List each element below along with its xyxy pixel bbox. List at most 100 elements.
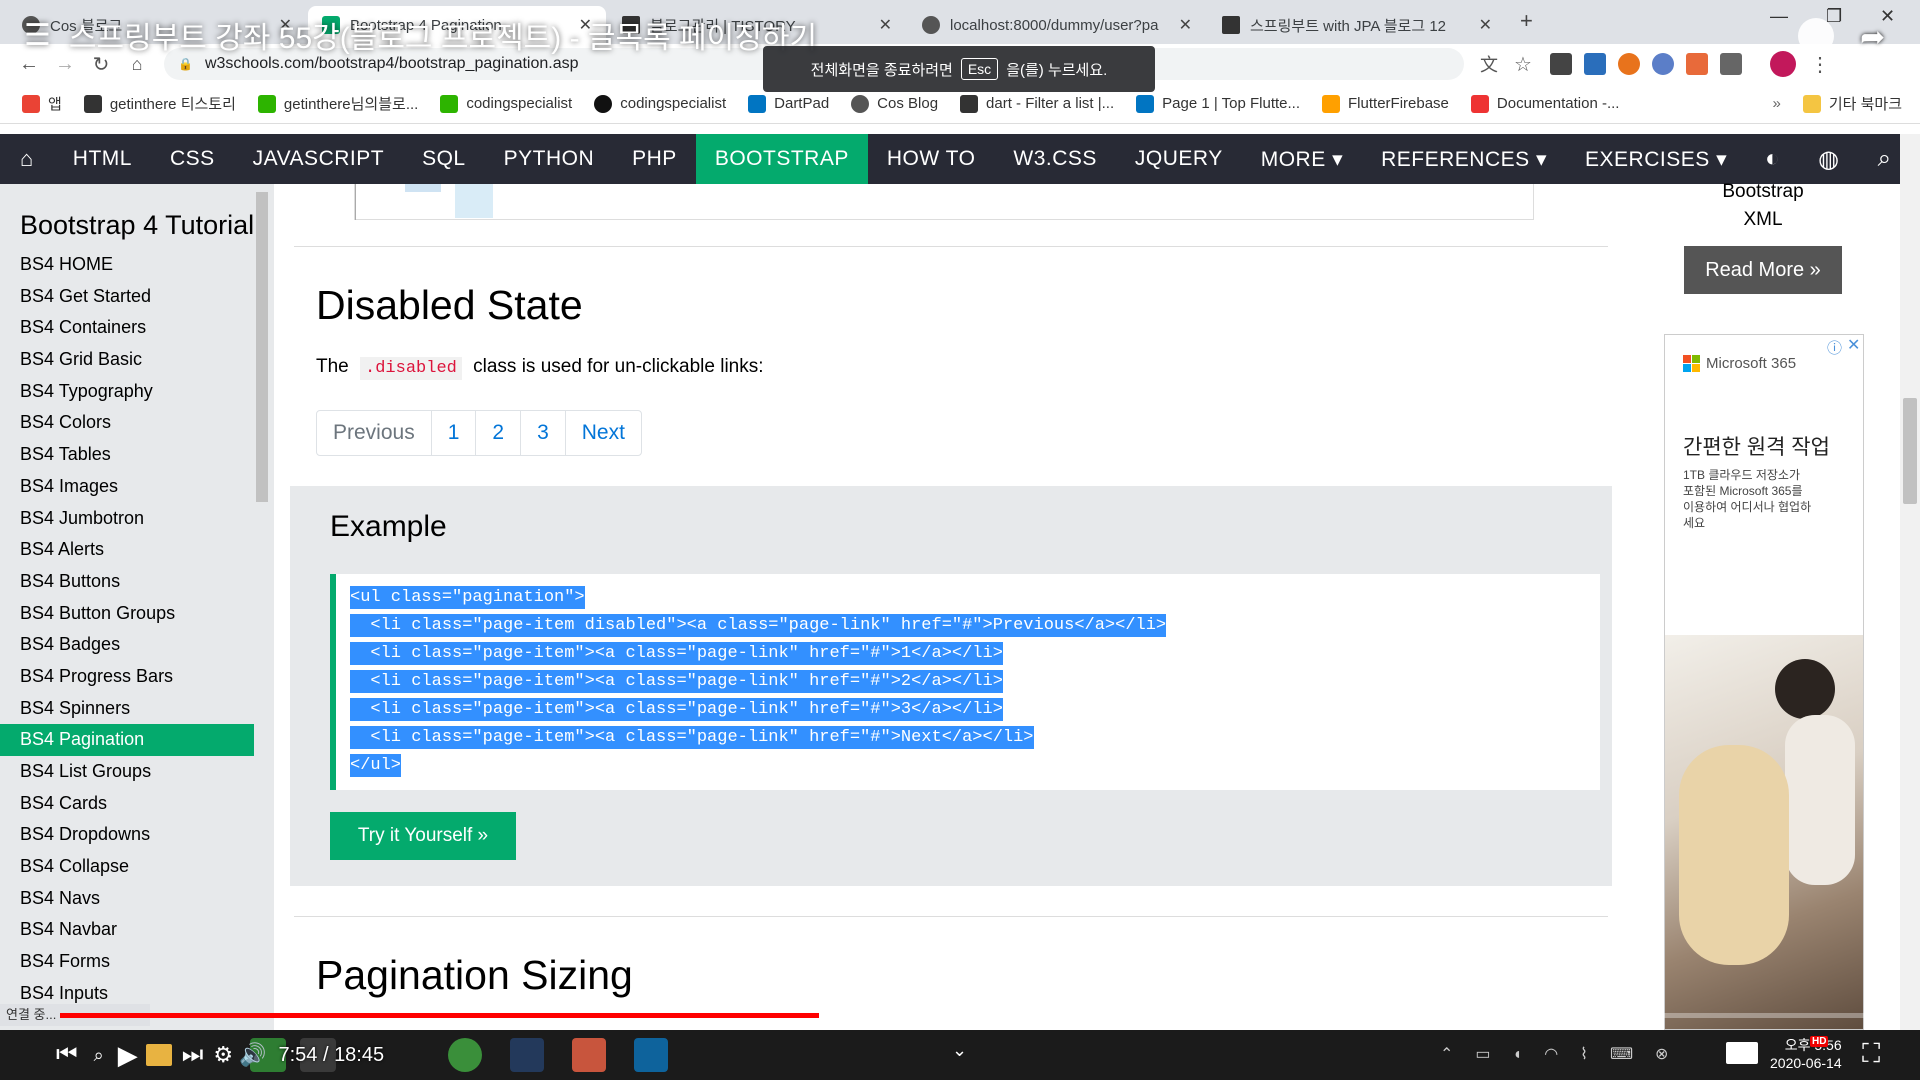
ad-info-icon[interactable]: ⓘ <box>1827 337 1842 358</box>
page-link-2[interactable]: 2 <box>475 411 520 455</box>
bookmark-label: DartPad <box>774 95 830 112</box>
bookmark-star-icon[interactable]: ☆ <box>1514 52 1532 77</box>
bookmark-item[interactable]: dart - Filter a list |... <box>960 94 1114 113</box>
new-tab-icon[interactable]: + <box>1520 8 1533 34</box>
sidebar-item[interactable]: BS4 Progress Bars <box>0 661 254 693</box>
menu-kebab-icon[interactable]: ⋮ <box>1810 52 1830 77</box>
github-icon <box>594 94 613 113</box>
volume-icon[interactable]: 🔊 <box>239 1042 266 1068</box>
nav-python[interactable]: PYTHON <box>485 134 614 184</box>
bookmark-item[interactable]: getinthere 티스토리 <box>83 93 236 114</box>
nav-php[interactable]: PHP <box>613 134 696 184</box>
home-icon[interactable]: ⌂ <box>0 134 54 184</box>
ad-close-icon[interactable]: ✕ <box>1847 335 1860 355</box>
translate-icon[interactable]: 文 <box>1480 51 1498 77</box>
nav-w3css[interactable]: W3.CSS <box>994 134 1116 184</box>
sidebar-item[interactable]: BS4 Collapse <box>0 851 254 883</box>
nav-html[interactable]: HTML <box>54 134 151 184</box>
sidebar-item[interactable]: BS4 Get Started <box>0 281 254 313</box>
tab-close-icon[interactable]: ✕ <box>879 15 892 35</box>
other-bookmarks[interactable]: » 기타 북마크 <box>1772 93 1902 114</box>
code-block[interactable]: <ul class="pagination"> <li class="page-… <box>330 574 1600 790</box>
sidebar-item[interactable]: BS4 Buttons <box>0 566 254 598</box>
profile-avatar[interactable] <box>1769 51 1796 77</box>
code-line: <li class="page-item"><a class="page-lin… <box>350 726 1034 749</box>
sidebar-item[interactable]: BS4 Tables <box>0 439 254 471</box>
page-scrollbar[interactable] <box>1900 134 1920 1030</box>
sidebar-item[interactable]: BS4 Alerts <box>0 534 254 566</box>
try-it-yourself-button[interactable]: Try it Yourself » <box>330 812 516 860</box>
extension-icon[interactable] <box>1685 53 1708 75</box>
dark-mode-icon[interactable]: ◐ <box>1746 134 1799 184</box>
nav-references[interactable]: REFERENCES ▾ <box>1362 134 1566 184</box>
search-icon[interactable]: ⌕ <box>94 1045 104 1066</box>
nav-sql[interactable]: SQL <box>403 134 485 184</box>
extension-icon[interactable] <box>1719 53 1742 75</box>
sidebar-item[interactable]: BS4 Typography <box>0 376 254 408</box>
settings-gear-icon[interactable]: ⚙ <box>213 1042 233 1068</box>
nav-jquery[interactable]: JQUERY <box>1116 134 1242 184</box>
bookmark-label: codingspecialist <box>620 95 727 112</box>
browser-tab[interactable]: 스프링부트 with JPA 블로그 12 ✕ <box>1208 6 1506 44</box>
bookmark-item[interactable]: codingspecialist <box>594 94 727 113</box>
sidebar-item[interactable]: BS4 Containers <box>0 312 254 344</box>
nav-bootstrap[interactable]: BOOTSTRAP <box>695 134 868 184</box>
sidebar-item[interactable]: BS4 Button Groups <box>0 598 254 630</box>
page-scrollbar-thumb[interactable] <box>1903 398 1917 504</box>
minimize-icon[interactable]: — <box>1770 6 1788 27</box>
playlist-menu-icon[interactable]: ☰ <box>24 18 51 53</box>
nav-howto[interactable]: HOW TO <box>868 134 995 184</box>
folder-icon[interactable] <box>145 1044 172 1066</box>
nav-javascript[interactable]: JAVASCRIPT <box>234 134 403 184</box>
next-icon[interactable]: ⏭ <box>182 1041 204 1069</box>
nav-css[interactable]: CSS <box>151 134 234 184</box>
bookmark-item[interactable]: getinthere님의블로... <box>257 93 418 114</box>
sidebar-scrollbar-thumb[interactable] <box>256 192 268 502</box>
browser-tab[interactable]: localhost:8000/dummy/user?pa ✕ <box>908 6 1206 44</box>
sidebar-item-active[interactable]: BS4 Pagination <box>0 724 254 756</box>
sidebar-item[interactable]: BS4 Navbar <box>0 914 254 946</box>
person-silhouette <box>1775 659 1835 719</box>
advertisement[interactable]: ⓘ ✕ Microsoft 365 간편한 원격 작업 1TB 클라우드 저장소… <box>1664 334 1864 1030</box>
nav-exercises[interactable]: EXERCISES ▾ <box>1566 134 1746 184</box>
globe-icon[interactable]: ◍ <box>1799 134 1858 184</box>
bookmark-item[interactable]: DartPad <box>748 94 830 113</box>
bookmark-item[interactable]: Documentation -... <box>1470 94 1619 113</box>
page-next[interactable]: Next <box>564 411 641 455</box>
extension-icon[interactable] <box>1651 53 1674 75</box>
play-icon[interactable]: ▶ <box>118 1040 138 1071</box>
previous-icon[interactable]: ⏮ <box>56 1041 78 1069</box>
tab-close-icon[interactable]: ✕ <box>1479 15 1492 35</box>
extension-icon[interactable] <box>1617 53 1640 75</box>
tab-close-icon[interactable]: ✕ <box>1179 15 1192 35</box>
nav-more[interactable]: MORE ▾ <box>1242 134 1362 184</box>
page-link-1[interactable]: 1 <box>430 411 476 455</box>
video-progress-bar[interactable] <box>60 1013 1866 1018</box>
bookmark-item[interactable]: codingspecialist <box>440 94 572 113</box>
share-icon[interactable]: ➦ <box>1860 20 1885 55</box>
sidebar-item[interactable]: BS4 Spinners <box>0 693 254 725</box>
sidebar-item[interactable]: BS4 List Groups <box>0 756 254 788</box>
apps-grid-icon <box>22 94 40 113</box>
sidebar-item[interactable]: BS4 HOME <box>0 249 254 281</box>
sidebar-item[interactable]: BS4 Dropdowns <box>0 819 254 851</box>
bookmark-item[interactable]: FlutterFirebase <box>1322 94 1449 113</box>
bookmark-apps[interactable]: 앱 <box>22 93 62 114</box>
read-more-button[interactable]: Read More » <box>1684 246 1842 294</box>
sidebar-item[interactable]: BS4 Cards <box>0 788 254 820</box>
windows-start-icon[interactable] <box>18 1043 42 1067</box>
sidebar-item[interactable]: BS4 Colors <box>0 407 254 439</box>
sidebar-item[interactable]: BS4 Navs <box>0 883 254 915</box>
sidebar-item[interactable]: BS4 Jumbotron <box>0 503 254 535</box>
extension-icon[interactable] <box>1549 53 1572 75</box>
sidebar-item[interactable]: BS4 Forms <box>0 946 254 978</box>
page-link-3[interactable]: 3 <box>520 411 565 455</box>
sidebar-item[interactable]: BS4 Badges <box>0 629 254 661</box>
sidebar-item[interactable]: BS4 Images <box>0 471 254 503</box>
bookmark-item[interactable]: Cos Blog <box>851 94 938 113</box>
extension-icon[interactable] <box>1583 53 1606 75</box>
bookmark-item[interactable]: Page 1 | Top Flutte... <box>1136 94 1300 113</box>
watch-later-icon[interactable] <box>1798 18 1834 54</box>
sidebar-item[interactable]: BS4 Grid Basic <box>0 344 254 376</box>
tutorial-sidebar: Bootstrap 4 Tutorial BS4 HOME BS4 Get St… <box>0 184 274 1030</box>
